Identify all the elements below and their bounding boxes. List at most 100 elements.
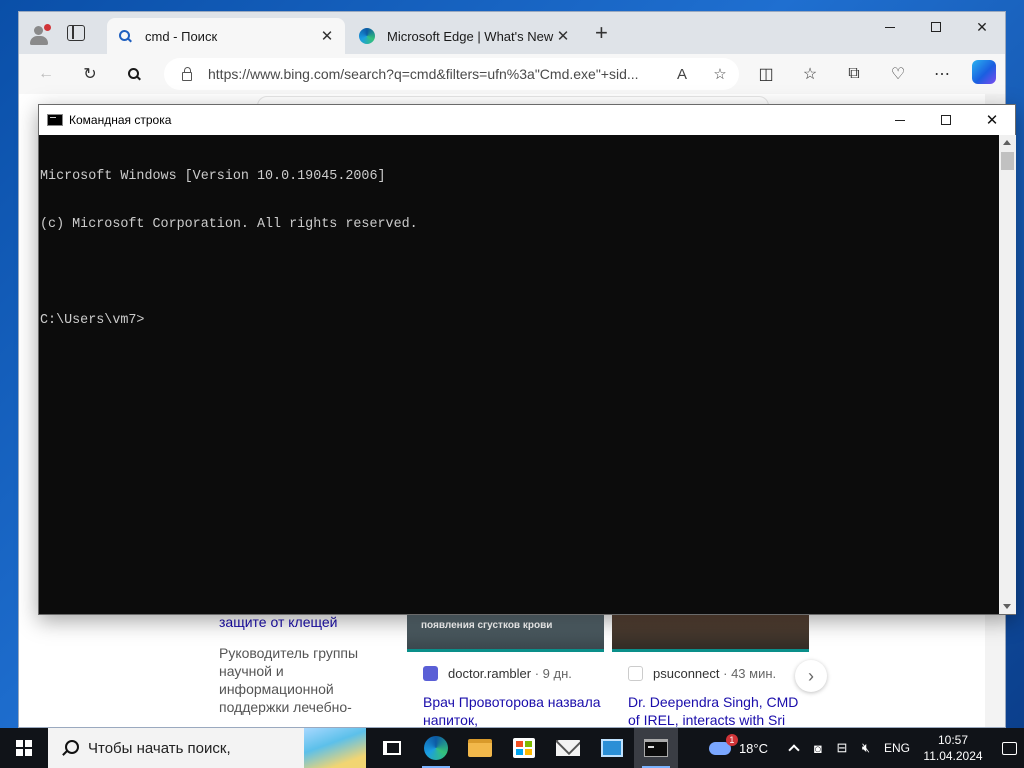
volume-muted-icon[interactable]: 🔇︎	[854, 728, 878, 768]
cmd-console-output[interactable]: Microsoft Windows [Version 10.0.19045.20…	[39, 135, 998, 614]
lock-icon[interactable]	[182, 66, 192, 81]
cmd-window-title: Командная строка	[69, 113, 172, 127]
collections-icon[interactable]: ⧉	[841, 62, 867, 86]
search-icon[interactable]	[121, 62, 147, 86]
source-name: doctor.rambler	[448, 666, 532, 681]
windows-logo-icon	[16, 740, 32, 756]
edge-tab-bar: cmd - Поиск ✕ Microsoft Edge | What's Ne…	[19, 12, 1005, 54]
news-card[interactable]: появления сгустков крови doctor.rambler …	[407, 614, 604, 727]
scroll-thumb[interactable]	[1001, 152, 1014, 170]
notifications-button[interactable]	[994, 728, 1024, 768]
news-source: psuconnect · 43 мин.	[612, 666, 809, 681]
new-tab-button[interactable]: +	[595, 22, 608, 44]
taskbar-cmd[interactable]	[634, 728, 678, 768]
tab-close-icon[interactable]: ✕	[319, 27, 335, 45]
more-options-icon[interactable]: ⋯	[929, 62, 955, 86]
edge-toolbar: ← ↻ https://www.bing.com/search?q=cmd&fi…	[19, 54, 1005, 94]
edge-icon	[424, 736, 448, 760]
control-panel-icon	[601, 739, 623, 757]
favorite-star-icon[interactable]: ☆	[701, 65, 739, 83]
tab-close-icon[interactable]: ✕	[555, 27, 571, 45]
cmd-window-controls: ✕	[877, 105, 1015, 135]
result-snippet: Руководитель группы научной и информацио…	[219, 645, 359, 718]
mail-icon	[556, 740, 580, 756]
system-tray: 1 18°C ◙ ⊟ 🔇︎ ENG 10:57 11.04.2024	[708, 728, 1024, 768]
scroll-down-icon[interactable]	[1003, 604, 1011, 609]
meet-now-icon[interactable]: ◙	[806, 728, 830, 768]
copilot-icon[interactable]	[972, 60, 996, 84]
scroll-up-icon[interactable]	[1003, 140, 1011, 145]
split-screen-icon[interactable]: ◫	[753, 62, 779, 86]
profile-icon[interactable]	[29, 24, 51, 45]
search-highlight-image	[304, 728, 366, 768]
weather-widget[interactable]: 1 18°C	[708, 733, 768, 756]
url-text[interactable]: https://www.bing.com/search?q=cmd&filter…	[208, 66, 663, 82]
file-explorer-icon	[468, 739, 492, 757]
news-card[interactable]: psuconnect · 43 мин. Dr. Deependra Singh…	[612, 614, 809, 727]
tab-actions-icon[interactable]	[67, 25, 85, 41]
taskbar: Чтобы начать поиск, 1 18°C ◙ ⊟ 🔇︎ ENG 10…	[0, 728, 1024, 768]
microsoft-store-icon	[513, 738, 535, 758]
edge-window-controls: ✕	[867, 12, 1005, 42]
clock-time: 10:57	[937, 733, 969, 747]
cloud-icon: 1	[708, 733, 738, 755]
result-left-column: защите от клещей Руководитель группы нау…	[219, 614, 399, 718]
psuconnect-icon	[628, 666, 643, 681]
thumbnail-caption: появления сгустков крови	[421, 620, 553, 631]
read-aloud-icon[interactable]: A	[663, 66, 701, 83]
carousel-next-button[interactable]: ›	[795, 660, 827, 692]
news-thumbnail[interactable]: появления сгустков крови	[407, 614, 604, 652]
show-hidden-icons-button[interactable]	[782, 728, 806, 768]
maximize-button[interactable]	[923, 105, 969, 135]
network-icon[interactable]: ⊟	[830, 728, 854, 768]
tab-cmd-search[interactable]: cmd - Поиск ✕	[107, 18, 345, 54]
taskbar-file-explorer[interactable]	[458, 728, 502, 768]
temperature: 18°C	[738, 740, 768, 756]
clock-date: 11.04.2024	[923, 749, 983, 763]
cmd-app-icon	[47, 114, 63, 126]
favorites-icon[interactable]: ☆	[797, 62, 823, 86]
close-button[interactable]: ✕	[969, 105, 1015, 135]
close-button[interactable]: ✕	[959, 12, 1005, 42]
clock[interactable]: 10:57 11.04.2024	[922, 732, 984, 764]
notification-dot	[44, 24, 51, 31]
browser-essentials-icon[interactable]: ♡	[885, 62, 911, 86]
news-headline[interactable]: Dr. Deependra Singh, CMD of IREL, intera…	[612, 693, 809, 727]
tab-title: cmd - Поиск	[145, 28, 218, 44]
refresh-icon[interactable]: ↻	[77, 62, 103, 86]
console-prompt[interactable]: C:\Users\vm7>	[40, 313, 998, 329]
edge-logo-icon	[359, 28, 375, 44]
console-line: Microsoft Windows [Version 10.0.19045.20…	[40, 169, 386, 184]
address-bar[interactable]: https://www.bing.com/search?q=cmd&filter…	[164, 58, 739, 90]
news-thumbnail[interactable]	[612, 614, 809, 652]
notification-center-icon	[1001, 741, 1017, 755]
cmd-scrollbar[interactable]	[999, 135, 1016, 614]
taskbar-edge[interactable]	[414, 728, 458, 768]
source-age: · 9 дн.	[534, 666, 572, 681]
cmd-title-bar[interactable]: Командная строка ✕	[39, 105, 1015, 135]
input-language[interactable]: ENG	[884, 741, 910, 755]
minimize-button[interactable]	[867, 12, 913, 42]
doctor-rambler-icon	[423, 666, 438, 681]
weather-badge: 1	[725, 733, 738, 746]
news-source: doctor.rambler · 9 дн.	[407, 666, 604, 681]
taskbar-control-panel[interactable]	[590, 728, 634, 768]
taskbar-mail[interactable]	[546, 728, 590, 768]
start-button[interactable]	[0, 728, 48, 768]
news-headline[interactable]: Врач Провоторова назвала напиток,	[407, 693, 604, 727]
task-view-icon	[383, 741, 401, 755]
task-view-button[interactable]	[370, 728, 414, 768]
result-link[interactable]: защите от клещей	[219, 614, 399, 630]
back-icon[interactable]: ←	[33, 62, 59, 86]
cmd-icon	[644, 739, 668, 757]
maximize-button[interactable]	[913, 12, 959, 42]
taskbar-store[interactable]	[502, 728, 546, 768]
taskbar-search-box[interactable]: Чтобы начать поиск,	[48, 728, 366, 768]
minimize-button[interactable]	[877, 105, 923, 135]
tab-whats-new[interactable]: Microsoft Edge | What's New ✕	[349, 18, 581, 54]
search-placeholder: Чтобы начать поиск,	[88, 739, 231, 757]
command-prompt-window: Командная строка ✕ Microsoft Windows [Ve…	[38, 104, 1016, 615]
search-icon	[117, 28, 133, 44]
console-line: (c) Microsoft Corporation. All rights re…	[40, 217, 418, 232]
